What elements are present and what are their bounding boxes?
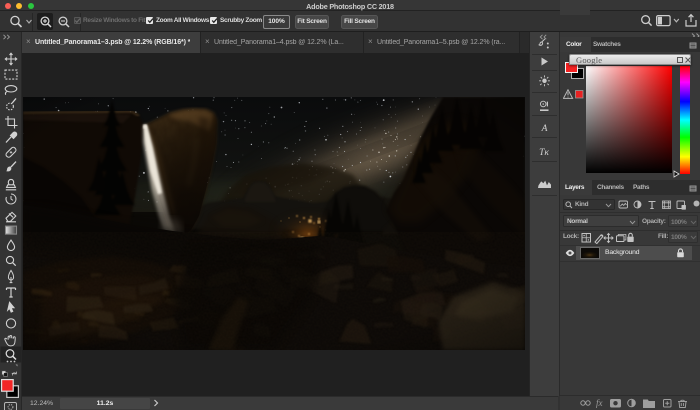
svg-text:fx: fx [596,398,603,408]
svg-text:Tκ: Tκ [539,148,549,158]
svg-text:A: A [541,124,548,134]
